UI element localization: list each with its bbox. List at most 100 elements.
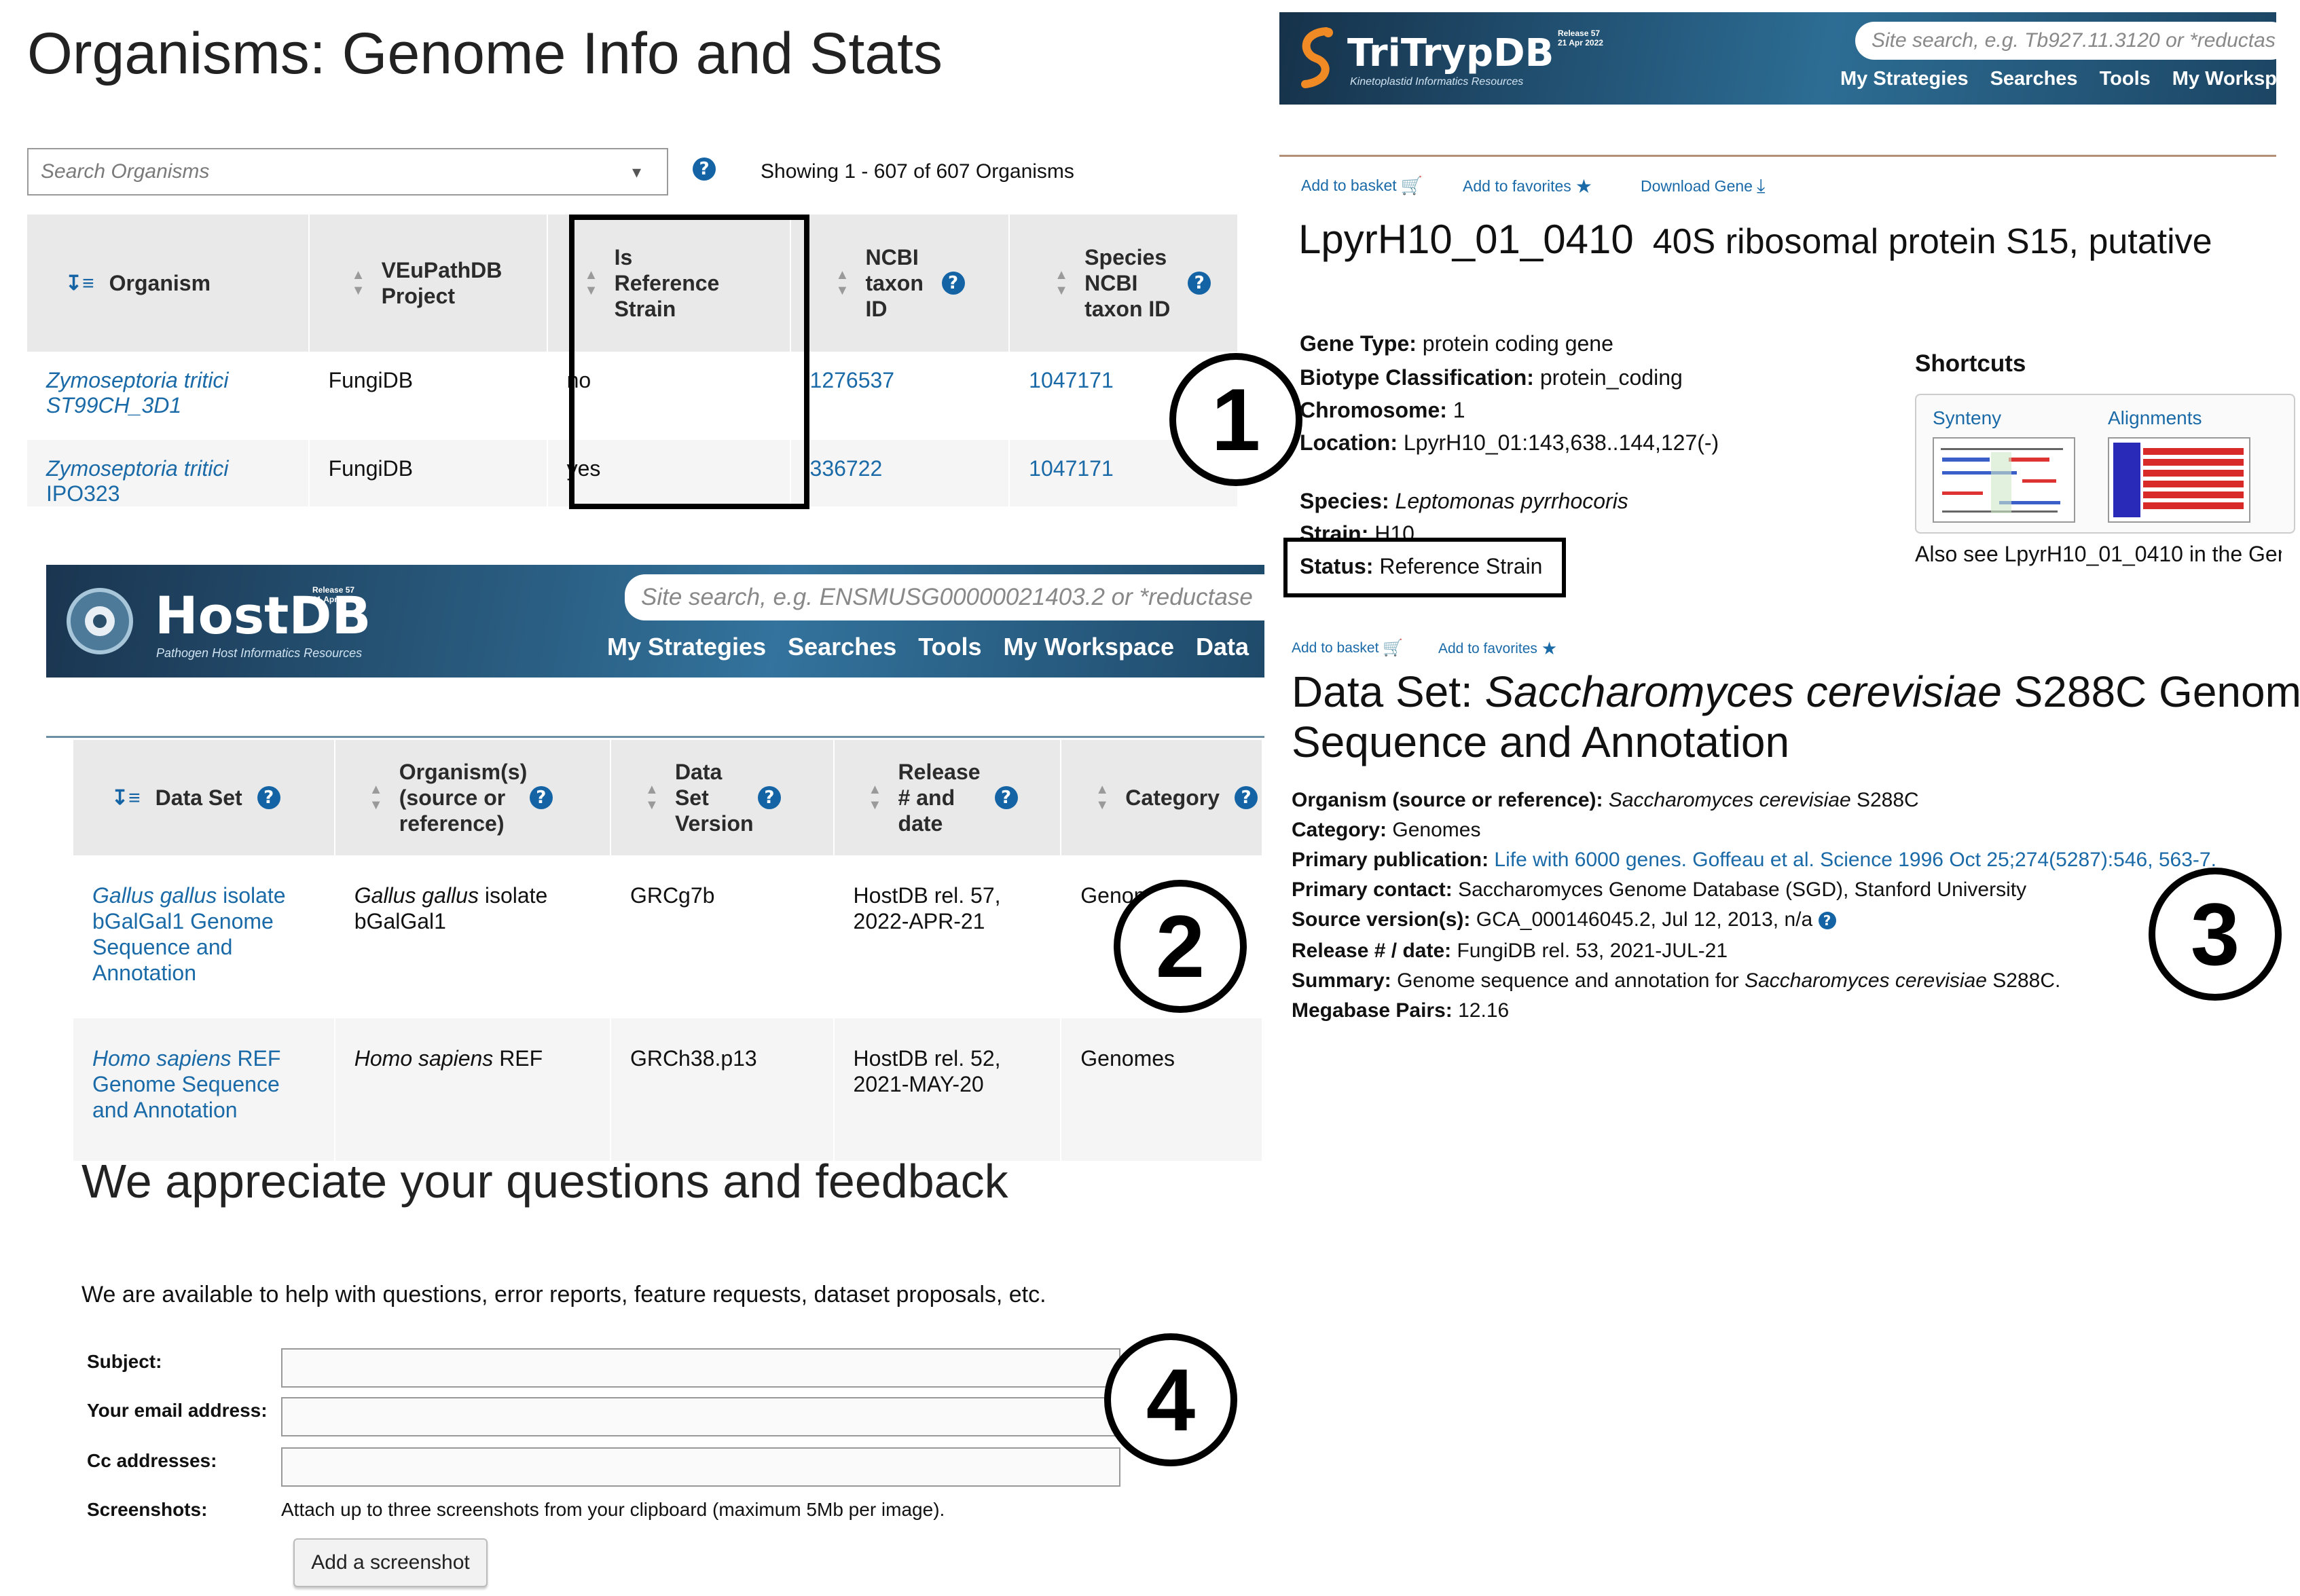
- logo-tagline: Kinetoplastid Informatics Resources: [1350, 76, 1524, 88]
- column-header-ncbi-taxon[interactable]: ▲ ▼ NCBI taxon ID ?: [790, 215, 1010, 352]
- synteny-link[interactable]: Synteny: [1933, 407, 2001, 429]
- sort-desc-icon[interactable]: ↧≡: [65, 272, 94, 295]
- version-cell: GRCh38.p13: [610, 1018, 835, 1161]
- category-field: Category: Genomes: [1292, 819, 1481, 841]
- menu-my-workspace[interactable]: My Workspace: [1004, 633, 1174, 661]
- source-field: Source version(s): GCA_000146045.2, Jul …: [1292, 908, 1836, 931]
- gene-type-field: Gene Type: protein coding gene: [1300, 331, 1613, 356]
- basket-icon: 🛒: [1400, 175, 1423, 196]
- cc-label: Cc addresses:: [87, 1450, 217, 1471]
- project-cell: FungiDB: [308, 352, 548, 440]
- sort-icon[interactable]: ▲ ▼: [369, 782, 384, 813]
- help-icon[interactable]: ?: [757, 786, 781, 809]
- organism-field: Organism (source or reference): Saccharo…: [1292, 789, 1919, 811]
- menu-my-workspace[interactable]: My Workspace: [2172, 68, 2276, 90]
- organism-cell[interactable]: Zymoseptoria tritici ST99CH_3D1: [27, 352, 310, 440]
- hostdb-logo-icon: [67, 588, 133, 654]
- add-screenshot-button[interactable]: Add a screenshot: [293, 1538, 488, 1587]
- column-header-dataset[interactable]: ↧≡ Data Set ?: [73, 740, 335, 855]
- help-icon[interactable]: ?: [1234, 786, 1258, 809]
- basket-icon: 🛒: [1383, 639, 1404, 657]
- email-label: Your email address:: [87, 1400, 268, 1421]
- summary-field: Summary: Genome sequence and annotation …: [1292, 969, 2061, 992]
- sort-icon[interactable]: ▲ ▼: [645, 782, 660, 813]
- add-to-basket-link[interactable]: Add to basket 🛒: [1292, 638, 1403, 658]
- column-header-version[interactable]: ▲ ▼ Data Set Version ?: [610, 740, 835, 855]
- organism-cell: Gallus gallus isolate bGalGal1: [334, 855, 611, 1018]
- subject-input[interactable]: [281, 1348, 1120, 1388]
- column-header-organism[interactable]: ↧≡ Organism: [27, 215, 310, 352]
- menu-tools[interactable]: Tools: [2100, 68, 2151, 90]
- cc-input[interactable]: [281, 1447, 1120, 1487]
- menu-data[interactable]: Data: [1196, 633, 1249, 661]
- organism-cell: Homo sapiens REF: [334, 1018, 611, 1161]
- add-to-favorites-link[interactable]: Add to favorites ★: [1463, 175, 1592, 198]
- synteny-thumbnail[interactable]: [1933, 437, 2075, 523]
- help-icon[interactable]: ?: [693, 157, 716, 181]
- site-search-input[interactable]: Site search, e.g. Tb927.11.3120 or *redu…: [1855, 22, 2276, 60]
- star-icon: ★: [1575, 176, 1592, 197]
- dataset-title: Data Set: Saccharomyces cerevisiae S288C…: [1292, 667, 2300, 766]
- sort-icon[interactable]: ▲ ▼: [1095, 782, 1110, 813]
- main-menu: My Strategies Searches Tools My Workspac…: [1840, 68, 2276, 90]
- help-icon[interactable]: ?: [529, 786, 553, 809]
- column-header-category[interactable]: ▲ ▼ Category ?: [1061, 740, 1263, 855]
- datasets-table: ↧≡ Data Set ? ▲ ▼ Organism(s) (source or …: [73, 740, 1263, 1161]
- sort-asc-icon[interactable]: ↧≡: [111, 786, 141, 810]
- taxon-link[interactable]: 1276537: [790, 352, 1010, 440]
- tritrypdb-logo[interactable]: TriTrypDB: [1347, 31, 1554, 75]
- chevron-down-icon[interactable]: ▾: [632, 162, 641, 183]
- feedback-intro: We are available to help with questions,…: [81, 1282, 1046, 1307]
- dataset-link[interactable]: Homo sapiens REF Genome Sequence and Ann…: [73, 1018, 335, 1161]
- menu-my-strategies[interactable]: My Strategies: [1840, 68, 1969, 90]
- screenshots-label: Screenshots:: [87, 1499, 208, 1520]
- table-header-row: ↧≡ Data Set ? ▲ ▼ Organism(s) (source or …: [73, 740, 1263, 855]
- publication-link[interactable]: Life with 6000 genes. Goffeau et al. Sci…: [1494, 849, 2216, 871]
- table-row: Gallus gallus isolate bGalGal1 Genome Se…: [73, 855, 1263, 1018]
- help-icon[interactable]: ?: [994, 786, 1018, 809]
- help-icon[interactable]: ?: [941, 272, 965, 295]
- add-to-basket-link[interactable]: Add to basket 🛒: [1301, 175, 1423, 196]
- menu-my-strategies[interactable]: My Strategies: [607, 633, 766, 661]
- dataset-link[interactable]: Gallus gallus isolate bGalGal1 Genome Se…: [73, 855, 335, 1018]
- search-organisms-input[interactable]: Search Organisms ▾: [27, 148, 668, 196]
- callout-badge-4: 4: [1104, 1333, 1237, 1466]
- sort-icon[interactable]: ▲ ▼: [836, 267, 851, 299]
- alignments-link[interactable]: Alignments: [2108, 407, 2202, 429]
- email-input[interactable]: [281, 1397, 1120, 1436]
- help-icon[interactable]: ?: [1188, 272, 1211, 295]
- release-badge: Release 57 21 Apr 2022: [1558, 29, 1603, 48]
- alignments-thumbnail[interactable]: [2108, 437, 2250, 523]
- release-cell: HostDB rel. 52, 2021-MAY-20: [833, 1018, 1062, 1161]
- menu-searches[interactable]: Searches: [1990, 68, 2078, 90]
- location-field: Location: LpyrH10_01:143,638..144,127(-): [1300, 430, 1719, 455]
- column-header-organisms[interactable]: ▲ ▼ Organism(s) (source or reference) ?: [334, 740, 611, 855]
- organism-cell[interactable]: Zymoseptoria tritici IPO323: [27, 440, 310, 506]
- version-cell: GRCg7b: [610, 855, 835, 1018]
- sort-icon[interactable]: ▲ ▼: [1055, 267, 1070, 299]
- help-icon[interactable]: ?: [257, 786, 280, 809]
- tritrypdb-logo-icon: [1301, 27, 1333, 88]
- site-search-input[interactable]: Site search, e.g. ENSMUSG00000021403.2 o…: [625, 574, 1264, 620]
- megabase-field: Megabase Pairs: 12.16: [1292, 999, 1510, 1022]
- tritrypdb-header: TriTrypDB Kinetoplastid Informatics Reso…: [1279, 12, 2276, 105]
- menu-searches[interactable]: Searches: [788, 633, 896, 661]
- menu-tools[interactable]: Tools: [918, 633, 981, 661]
- taxon-link[interactable]: 336722: [790, 440, 1010, 506]
- species-field: Species: Leptomonas pyrrhocoris: [1300, 489, 1628, 513]
- gene-description: 40S ribosomal protein S15, putative: [1652, 222, 2212, 261]
- callout-badge-2: 2: [1114, 880, 1247, 1013]
- result-count: Showing 1 - 607 of 607 Organisms: [761, 160, 1074, 183]
- column-header-species-taxon[interactable]: ▲ ▼ Species NCBI taxon ID ?: [1009, 215, 1239, 352]
- star-icon: ★: [1541, 638, 1558, 658]
- download-gene-link[interactable]: Download Gene ⤓: [1641, 175, 1765, 198]
- help-icon[interactable]: ?: [1818, 912, 1836, 930]
- sort-icon[interactable]: ▲ ▼: [869, 782, 883, 813]
- sort-icon[interactable]: ▲ ▼: [352, 267, 367, 299]
- category-cell: Genomes: [1061, 1018, 1263, 1161]
- shortcuts-panel: Synteny Alignments: [1915, 394, 2295, 534]
- divider: [46, 736, 1264, 738]
- add-to-favorites-link[interactable]: Add to favorites ★: [1438, 638, 1557, 659]
- column-header-release[interactable]: ▲ ▼ Release # and date ?: [833, 740, 1062, 855]
- column-header-project[interactable]: ▲ ▼ VEuPathDB Project: [308, 215, 548, 352]
